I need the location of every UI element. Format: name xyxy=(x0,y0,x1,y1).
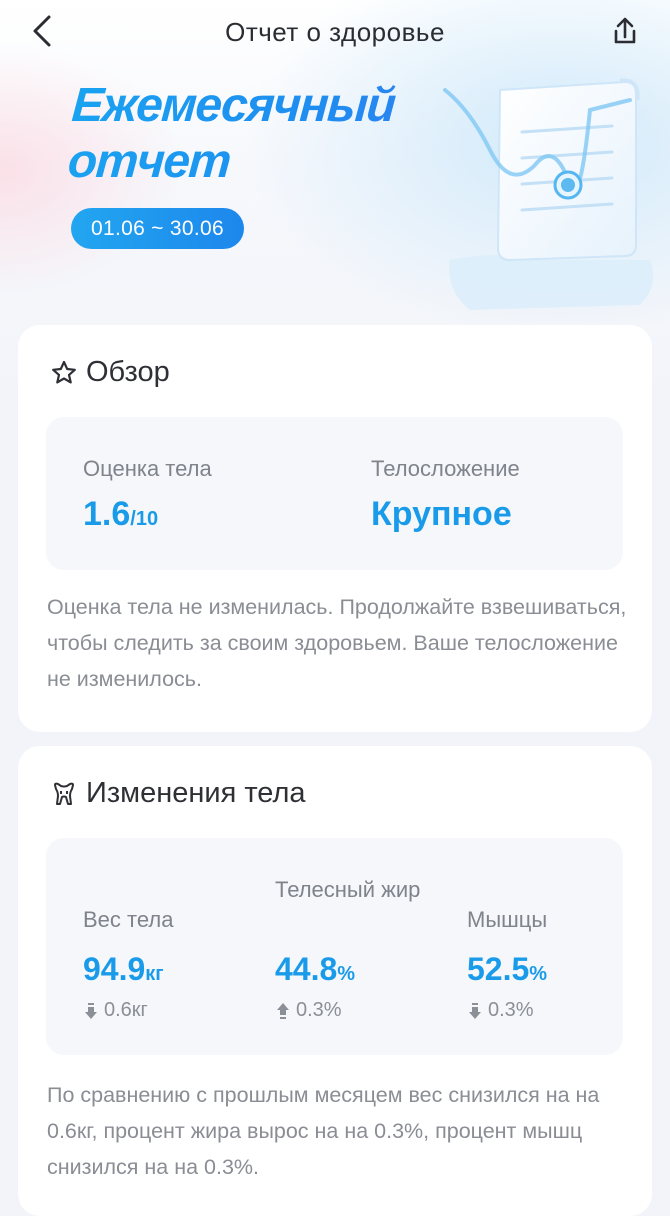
arrow-down-icon xyxy=(469,1002,481,1019)
body-score-value: 1.6/10 xyxy=(83,495,158,534)
body-changes-card: Изменения тела Вес тела 94.9кг 0.6кг Тел… xyxy=(18,746,652,1216)
muscle-number: 52.5 xyxy=(467,951,530,987)
body-score-label: Оценка тела xyxy=(83,456,212,481)
fat-value: 44.8% xyxy=(275,951,355,988)
page-title: Отчет о здоровье xyxy=(225,17,445,47)
fat-label: Телесный жир xyxy=(275,877,421,902)
fat-number: 44.8 xyxy=(275,951,338,987)
hero-title: Ежемесячный отчет xyxy=(66,78,474,190)
share-button[interactable] xyxy=(604,12,644,52)
body-score-number: 1.6 xyxy=(83,495,131,533)
date-range-badge: 01.06 ~ 30.06 xyxy=(71,208,244,249)
hero-title-line1: Ежемесячный xyxy=(70,79,397,132)
body-icon xyxy=(54,782,74,805)
weight-label: Вес тела xyxy=(83,907,174,932)
report-document-illustration xyxy=(443,78,654,310)
weight-unit: кг xyxy=(145,963,164,985)
muscle-value: 52.5% xyxy=(467,951,547,988)
weight-delta: 0.6кг xyxy=(84,999,148,1022)
arrow-up-icon xyxy=(277,1002,289,1019)
fat-unit: % xyxy=(337,963,356,985)
fat-delta-value: 0.3% xyxy=(296,999,342,1021)
body-type-value: Крупное xyxy=(371,495,512,533)
muscle-delta-value: 0.3% xyxy=(488,999,534,1021)
overview-card: Обзор Оценка тела 1.6/10 Телосложение Кр… xyxy=(18,325,652,732)
overview-metrics-panel: Оценка тела 1.6/10 Телосложение Крупное xyxy=(46,417,623,570)
body-score-max: /10 xyxy=(130,508,159,530)
fat-delta: 0.3% xyxy=(276,999,342,1022)
body-type-label: Телосложение xyxy=(371,456,520,481)
navbar: Отчет о здоровье xyxy=(0,0,670,66)
weight-value: 94.9кг xyxy=(83,951,164,988)
weight-delta-value: 0.6кг xyxy=(104,999,148,1021)
arrow-down-icon xyxy=(85,1002,97,1019)
overview-header: Обзор xyxy=(50,356,170,389)
body-changes-header: Изменения тела xyxy=(50,777,306,810)
body-metrics-panel: Вес тела 94.9кг 0.6кг Телесный жир 44.8%… xyxy=(46,838,623,1055)
overview-summary: Оценка тела не изменилась. Продолжайте в… xyxy=(47,595,627,691)
muscle-unit: % xyxy=(529,963,548,985)
weight-number: 94.9 xyxy=(83,951,146,987)
body-changes-summary: По сравнению с прошлым месяцем вес снизи… xyxy=(47,1083,600,1179)
hero-title-line2: отчет xyxy=(66,135,232,188)
overview-title: Обзор xyxy=(86,356,170,388)
muscle-delta: 0.3% xyxy=(468,999,534,1022)
body-changes-title: Изменения тела xyxy=(86,777,306,809)
muscle-label: Мышцы xyxy=(467,907,548,932)
share-icon xyxy=(614,17,636,44)
star-outline-icon xyxy=(52,360,76,383)
